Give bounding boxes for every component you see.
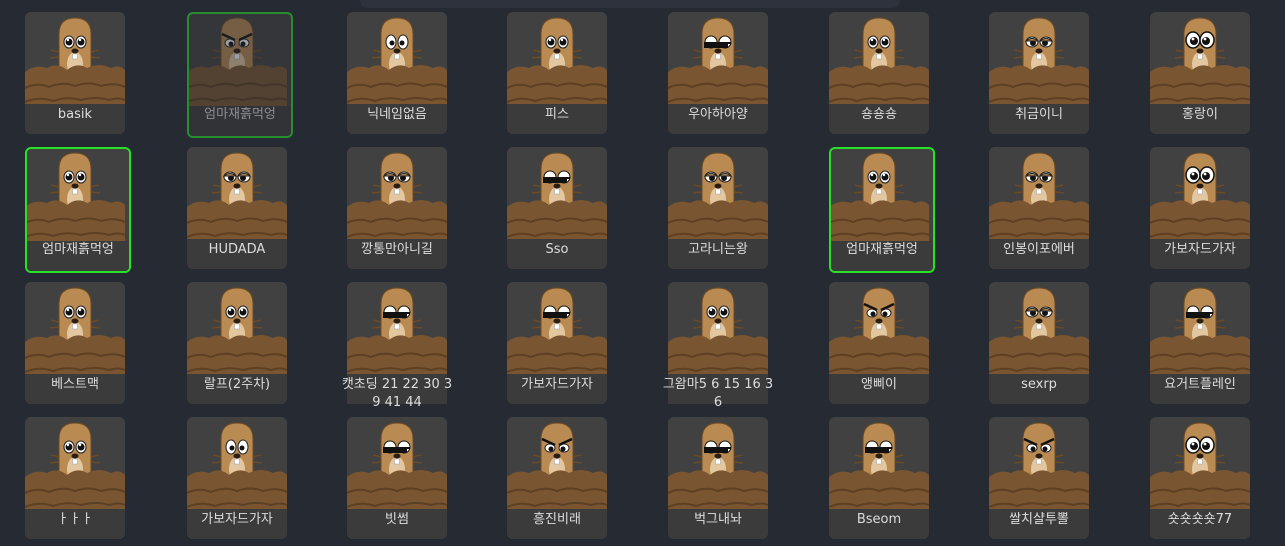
mole-avatar [187,422,287,517]
player-card[interactable]: 엄마재흙먹엉 [829,147,935,273]
player-name: 가보자드가자 [1164,242,1236,257]
player-name: 숏숏숏숏77 [1167,512,1233,527]
player-card[interactable]: ㅏㅏㅏ [25,417,125,539]
mole-avatar [25,422,125,517]
mole-avatar [1150,287,1250,382]
player-name: 인봉이포에버 [1003,242,1075,257]
player-name: 캣초딩 21 22 30 39 41 44 [341,377,453,410]
player-name: 엄마재흙먹엉 [846,242,918,257]
player-card[interactable]: 가보자드가자 [187,417,287,539]
player-name: 엄마재흙먹엉 [42,242,114,257]
player-name: 베스트맥 [51,377,99,392]
mole-avatar [831,152,929,247]
mole-avatar [25,17,125,112]
player-card[interactable]: 벅그내놔 [668,417,768,539]
player-name: 깡통만아니길 [361,242,433,257]
mole-avatar [668,17,768,112]
player-name: HUDADA [208,242,266,257]
mole-avatar [668,422,768,517]
mole-avatar [829,422,929,517]
mole-avatar [989,17,1089,112]
mole-avatar [989,422,1089,517]
player-card[interactable]: 캣초딩 21 22 30 39 41 44 [342,282,452,410]
player-card[interactable]: 숑숑숑 [829,12,929,134]
player-name: 쌀치샬투뽈 [1009,512,1069,527]
mole-avatar [187,287,287,382]
player-card[interactable]: 앵삐이 [829,282,929,404]
player-card[interactable]: 고라니는왕 [668,147,768,269]
player-card[interactable]: 우아하아양 [668,12,768,134]
player-card[interactable]: Sso [507,147,607,269]
player-card[interactable]: 흥진비래 [507,417,607,539]
player-card[interactable]: 엄마재흙먹엉 [187,12,293,138]
mole-avatar [347,422,447,517]
mole-avatar [27,152,125,247]
player-card[interactable]: HUDADA [187,147,287,269]
player-card[interactable]: 랄프(2주차) [187,282,287,404]
player-name: 취금이니 [1015,107,1063,122]
player-card[interactable]: 베스트맥 [25,282,125,404]
player-grid: basik 엄마재흙먹엉 닉네임없음 피스 우아하아양 숑숑숑 취금이니 홍랑이 엄마재흙먹엉 H… [0,0,1285,546]
player-name: basik [57,107,93,122]
player-name: 랄프(2주차) [203,377,271,392]
mole-avatar [347,17,447,112]
player-card[interactable]: 숏숏숏숏77 [1150,417,1250,539]
mole-avatar [187,152,287,247]
mole-avatar [1150,17,1250,112]
player-card[interactable]: 인봉이포에버 [989,147,1089,269]
mole-avatar [25,287,125,382]
mole-avatar [829,17,929,112]
player-card[interactable]: 취금이니 [989,12,1089,134]
player-name: 가보자드가자 [201,512,273,527]
player-name: 엄마재흙먹엉 [204,107,276,122]
player-card[interactable]: sexrp [989,282,1089,404]
player-name: 요거트플레인 [1164,377,1236,392]
player-card[interactable]: 가보자드가자 [507,282,607,404]
player-name: 흥진비래 [533,512,581,527]
player-name: 가보자드가자 [521,377,593,392]
player-name: 고라니는왕 [688,242,748,257]
mole-avatar [989,287,1089,382]
player-name: 그왐마5 6 15 16 36 [662,377,774,410]
player-card[interactable]: 쌀치샬투뽈 [989,417,1089,539]
player-card[interactable]: 닉네임없음 [347,12,447,134]
mole-avatar [507,422,607,517]
mole-avatar [989,152,1089,247]
player-name: 피스 [545,107,569,122]
player-card[interactable]: 요거트플레인 [1150,282,1250,404]
player-name: 빗썸 [385,512,409,527]
player-card[interactable]: 엄마재흙먹엉 [25,147,131,273]
mole-avatar [829,287,929,382]
mole-avatar [1150,422,1250,517]
mole-avatar [1150,152,1250,247]
player-name: 숑숑숑 [861,107,897,122]
player-card[interactable]: 빗썸 [347,417,447,539]
player-name: 우아하아양 [688,107,748,122]
player-name: ㅏㅏㅏ [57,512,93,527]
player-name: 벅그내놔 [694,512,742,527]
player-name: 앵삐이 [861,377,897,392]
player-name: 홍랑이 [1182,107,1218,122]
mole-avatar [347,152,447,247]
player-card[interactable]: 그왐마5 6 15 16 36 [663,282,773,410]
player-name: 닉네임없음 [367,107,427,122]
player-card[interactable]: basik [25,12,125,134]
player-card[interactable]: 홍랑이 [1150,12,1250,134]
player-card[interactable]: 깡통만아니길 [347,147,447,269]
mole-avatar [668,152,768,247]
mole-avatar [507,17,607,112]
player-name: Sso [545,242,569,257]
player-card[interactable]: Bseom [829,417,929,539]
player-name: sexrp [1021,377,1057,392]
mole-avatar [507,152,607,247]
mole-avatar [668,287,768,382]
mole-avatar [347,287,447,382]
mole-avatar [507,287,607,382]
mole-avatar [189,17,287,112]
player-card[interactable]: 가보자드가자 [1150,147,1250,269]
player-card[interactable]: 피스 [507,12,607,134]
player-name: Bseom [856,512,902,527]
